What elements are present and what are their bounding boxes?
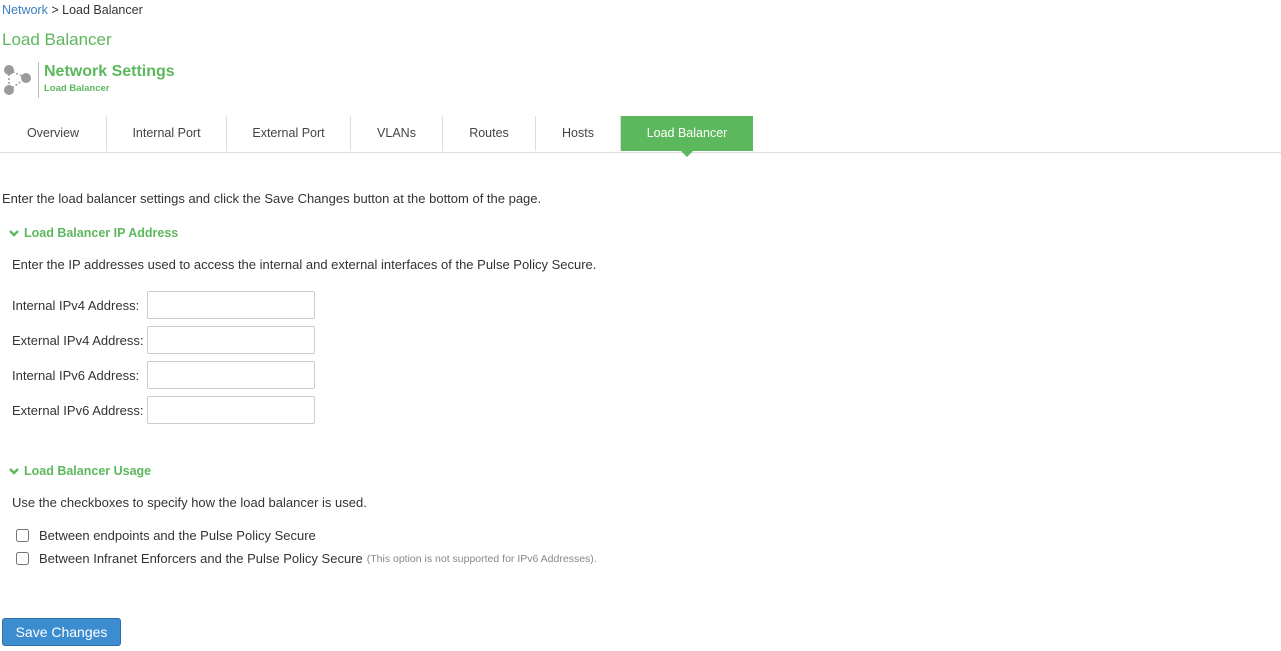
usage-section-toggle[interactable]: Load Balancer Usage — [8, 464, 151, 478]
network-icon — [2, 62, 34, 98]
internal-ipv6-row: Internal IPv6 Address: — [12, 360, 315, 390]
intro-text: Enter the load balancer settings and cli… — [2, 191, 542, 206]
enforcers-option-label: Between Infranet Enforcers and the Pulse… — [39, 551, 363, 566]
page-title: Load Balancer — [2, 30, 112, 49]
internal-ipv6-input[interactable] — [147, 361, 315, 389]
ipv6-not-supported-note: (This option is not supported for IPv6 A… — [366, 552, 597, 565]
tab-overview[interactable]: Overview — [0, 116, 107, 151]
endpoints-checkbox[interactable] — [16, 529, 29, 542]
endpoints-option-row: Between endpoints and the Pulse Policy S… — [16, 528, 316, 543]
enforcers-option-row: Between Infranet Enforcers and the Pulse… — [16, 551, 597, 566]
ip-section-description: Enter the IP addresses used to access th… — [12, 257, 597, 272]
internal-ipv4-label: Internal IPv4 Address: — [12, 297, 140, 313]
usage-section-description: Use the checkboxes to specify how the lo… — [12, 495, 367, 510]
external-ipv4-label: External IPv4 Address: — [12, 332, 144, 348]
tab-hosts[interactable]: Hosts — [536, 116, 621, 151]
tab-external-port[interactable]: External Port — [227, 116, 351, 151]
breadcrumb-current: Load Balancer — [62, 3, 143, 17]
tab-vlans[interactable]: VLANs — [351, 116, 443, 151]
external-ipv6-input[interactable] — [147, 396, 315, 424]
usage-section-title: Load Balancer Usage — [24, 464, 152, 478]
breadcrumb-separator: > — [51, 3, 59, 17]
section-subtitle: Load Balancer — [44, 83, 110, 94]
ip-section-title: Load Balancer IP Address — [24, 226, 179, 240]
tab-routes[interactable]: Routes — [443, 116, 536, 151]
chevron-down-icon — [8, 227, 20, 239]
header-divider — [38, 62, 39, 98]
internal-ipv6-label: Internal IPv6 Address: — [12, 367, 140, 383]
chevron-down-icon — [8, 465, 20, 477]
section-title: Network Settings — [44, 63, 175, 80]
ip-section-toggle[interactable]: Load Balancer IP Address — [8, 226, 178, 240]
breadcrumb-network-link[interactable]: Network — [2, 3, 48, 17]
external-ipv4-input[interactable] — [147, 326, 315, 354]
external-ipv6-row: External IPv6 Address: — [12, 395, 315, 425]
endpoints-option-label: Between endpoints and the Pulse Policy S… — [39, 528, 316, 543]
tab-internal-port[interactable]: Internal Port — [107, 116, 227, 151]
tab-bar: Overview Internal Port External Port VLA… — [0, 116, 1281, 157]
internal-ipv4-input[interactable] — [147, 291, 315, 319]
internal-ipv4-row: Internal IPv4 Address: — [12, 290, 315, 320]
external-ipv4-row: External IPv4 Address: — [12, 325, 315, 355]
breadcrumb: Network > Load Balancer — [2, 3, 143, 17]
external-ipv6-label: External IPv6 Address: — [12, 402, 144, 418]
enforcers-checkbox[interactable] — [16, 552, 29, 565]
tab-load-balancer[interactable]: Load Balancer — [621, 116, 753, 157]
section-header: Network Settings Load Balancer — [2, 62, 175, 98]
save-changes-button[interactable]: Save Changes — [2, 618, 121, 646]
